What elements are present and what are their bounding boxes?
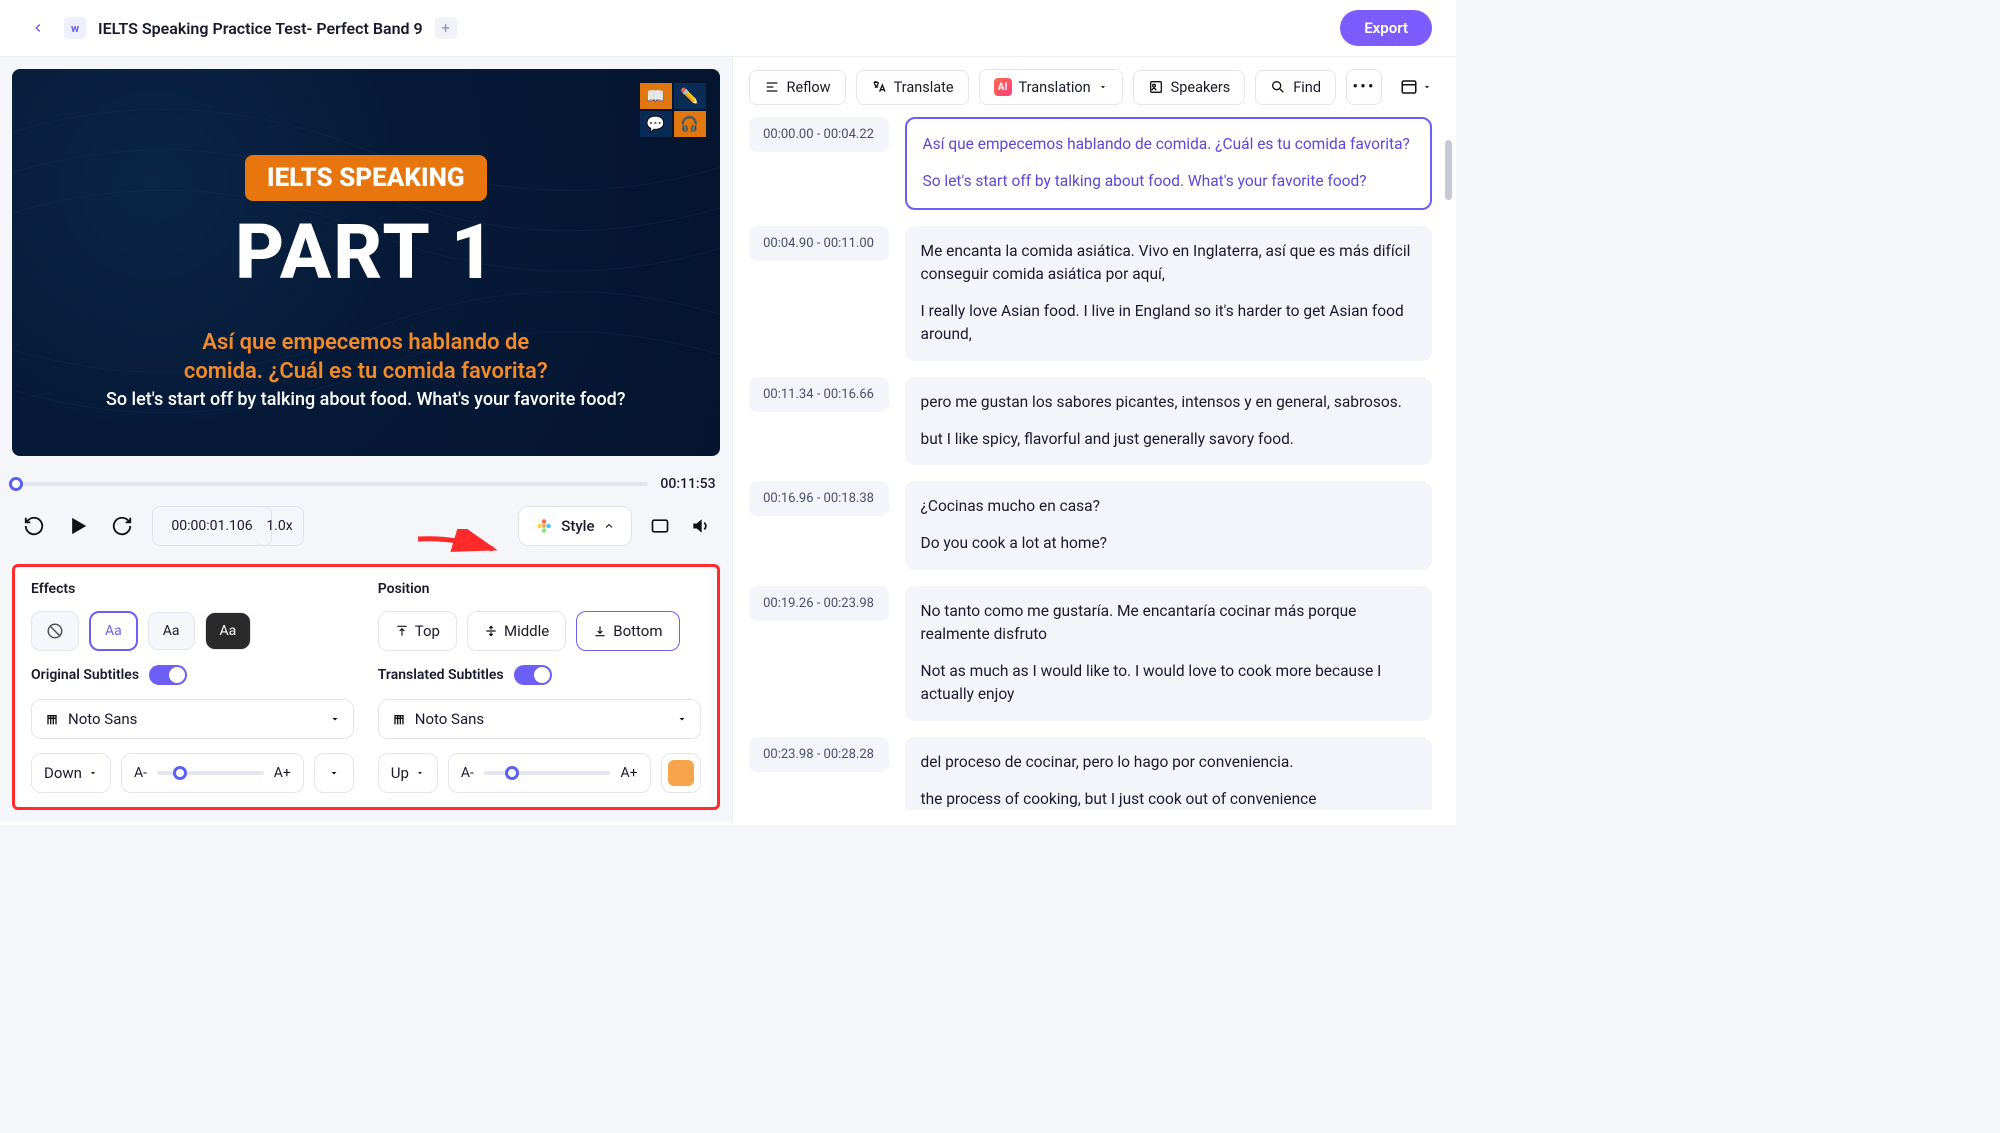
translate-icon [871, 79, 887, 95]
timecode[interactable]: 00:19.26 - 00:23.98 [749, 586, 889, 621]
position-bottom-button[interactable]: Bottom [576, 611, 679, 651]
rewind-button[interactable] [20, 512, 48, 540]
transcript-row[interactable]: 00:04.90 - 00:11.00 Me encanta la comida … [749, 226, 1432, 361]
font-icon [44, 711, 60, 727]
more-button[interactable]: ••• [1346, 69, 1382, 105]
orig-subtitles-label: Original Subtitles [31, 667, 139, 683]
rate-select[interactable]: 1.0x [256, 506, 304, 546]
trans-subtitles-toggle[interactable] [514, 665, 552, 685]
reflow-button[interactable]: Reflow [749, 70, 846, 105]
transcript-text[interactable]: del proceso de cocinar, pero lo hago por… [905, 737, 1432, 811]
doc-icon: w [64, 17, 86, 39]
fullscreen-button[interactable] [648, 514, 672, 538]
style-panel: Effects Aa Aa Aa Original Subtitles Noto… [12, 564, 720, 810]
trans-subtitles-label: Translated Subtitles [378, 667, 504, 683]
timecode[interactable]: 00:16.96 - 00:18.38 [749, 481, 889, 516]
subtitle-translated: Así que empecemos hablando decomida. ¿Cu… [184, 329, 548, 386]
add-tab-button[interactable]: + [435, 17, 457, 39]
effects-label: Effects [31, 581, 354, 597]
transcript-text[interactable]: Me encanta la comida asiática. Vivo en I… [905, 226, 1432, 361]
effect-outline-button[interactable]: Aa [89, 611, 138, 651]
timeline-thumb[interactable] [9, 477, 23, 491]
orig-font-select[interactable]: Noto Sans [31, 699, 354, 739]
effect-plain-button[interactable]: Aa [148, 612, 195, 650]
style-label: Style [561, 517, 594, 535]
transcript-toolbar: Reflow Translate AITranslation Speakers … [749, 69, 1440, 105]
trans-font-select[interactable]: Noto Sans [378, 699, 701, 739]
search-icon [1270, 79, 1286, 95]
speakers-icon [1148, 79, 1164, 95]
timecode[interactable]: 00:11.34 - 00:16.66 [749, 377, 889, 412]
chevron-down-icon [676, 713, 688, 725]
timecode[interactable]: 00:23.98 - 00:28.28 [749, 737, 889, 772]
position-label: Position [378, 581, 701, 597]
right-pane: Reflow Translate AITranslation Speakers … [732, 57, 1456, 822]
style-icon [535, 517, 553, 535]
chevron-up-icon [603, 520, 615, 532]
timeline[interactable]: 00:11:53 [16, 476, 716, 492]
transcript-list[interactable]: 00:00.00 - 00:04.22 Así que empecemos hab… [749, 117, 1440, 810]
style-button[interactable]: Style [518, 506, 631, 546]
position-middle-button[interactable]: Middle [467, 611, 566, 651]
position-top-button[interactable]: Top [378, 611, 457, 651]
orig-color-button[interactable] [314, 753, 354, 793]
chevron-down-icon [328, 767, 340, 779]
translate-button[interactable]: Translate [856, 70, 969, 105]
transcript-row[interactable]: 00:11.34 - 00:16.66 pero me gustan los sa… [749, 377, 1432, 466]
chevron-down-icon [1422, 82, 1432, 92]
orig-subtitles-toggle[interactable] [149, 665, 187, 685]
page-title: IELTS Speaking Practice Test- Perfect Ba… [98, 19, 423, 38]
transcript-row[interactable]: 00:16.96 - 00:18.38 ¿Cocinas mucho en cas… [749, 481, 1432, 570]
play-button[interactable] [64, 512, 92, 540]
transcript-text[interactable]: Así que empecemos hablando de comida. ¿C… [905, 117, 1432, 210]
effect-box-button[interactable]: Aa [205, 612, 252, 650]
left-pane: 📖 ✏️ 💬 🎧 IELTS SPEAKING PART 1 Así que e… [0, 57, 732, 822]
effect-none-button[interactable] [31, 611, 79, 651]
orig-size-slider[interactable]: A-A+ [121, 753, 304, 793]
chevron-down-icon [329, 713, 341, 725]
transcript-row[interactable]: 00:00.00 - 00:04.22 Así que empecemos hab… [749, 117, 1432, 210]
volume-button[interactable] [688, 514, 712, 538]
chevron-down-icon [88, 768, 98, 778]
transcript-row[interactable]: 00:23.98 - 00:28.28 del proceso de cocina… [749, 737, 1432, 811]
transcript-text[interactable]: No tanto como me gustaría. Me encantaría… [905, 586, 1432, 721]
translation-dropdown[interactable]: AITranslation [979, 69, 1123, 105]
reflow-icon [764, 79, 780, 95]
speakers-button[interactable]: Speakers [1133, 70, 1246, 105]
chevron-down-icon [415, 768, 425, 778]
export-button[interactable]: Export [1340, 10, 1432, 46]
font-icon [391, 711, 407, 727]
time-input[interactable]: 00:00:01.106 [152, 506, 272, 546]
duration-label: 00:11:53 [660, 476, 715, 492]
chevron-down-icon [1098, 82, 1108, 92]
transcript-text[interactable]: pero me gustan los sabores picantes, int… [905, 377, 1432, 466]
transcript-row[interactable]: 00:19.26 - 00:23.98 No tanto como me gust… [749, 586, 1432, 721]
timecode[interactable]: 00:00.00 - 00:04.22 [749, 117, 889, 152]
video-preview[interactable]: 📖 ✏️ 💬 🎧 IELTS SPEAKING PART 1 Así que e… [12, 69, 720, 456]
ai-icon: AI [994, 78, 1012, 96]
transcript-text[interactable]: ¿Cocinas mucho en casa?Do you cook a lot… [905, 481, 1432, 570]
trans-size-slider[interactable]: A-A+ [448, 753, 651, 793]
timecode[interactable]: 00:04.90 - 00:11.00 [749, 226, 889, 261]
back-button[interactable] [24, 14, 52, 42]
scrollbar-thumb[interactable] [1445, 140, 1452, 200]
topbar: w IELTS Speaking Practice Test- Perfect … [0, 0, 1456, 57]
video-badge: IELTS SPEAKING [245, 155, 487, 201]
orig-direction-select[interactable]: Down [31, 753, 111, 793]
video-title: PART 1 [235, 207, 497, 297]
subtitle-original: So let's start off by talking about food… [106, 389, 626, 410]
view-toggle[interactable] [1392, 72, 1440, 102]
forward-button[interactable] [108, 512, 136, 540]
find-button[interactable]: Find [1255, 70, 1336, 105]
trans-color-button[interactable] [661, 753, 701, 793]
trans-direction-select[interactable]: Up [378, 753, 438, 793]
